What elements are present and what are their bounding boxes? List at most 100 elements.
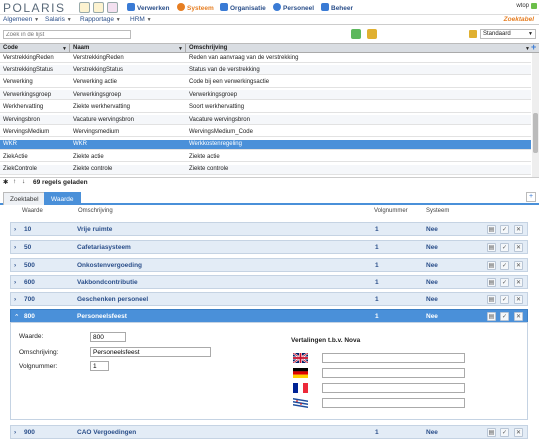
waarde-row[interactable]: › 500 Onkostenvergoeding 1 Nee ▤ ✓ ✕ <box>10 258 528 272</box>
tab-zoektabel[interactable]: Zoektabel <box>3 192 46 205</box>
nav-systeem[interactable]: Systeem <box>177 3 214 12</box>
close-icon[interactable]: ✕ <box>514 225 523 234</box>
waarde-row[interactable]: › 900 CAO Vergoedingen 1 Nee ▤ ✓ ✕ <box>10 425 528 439</box>
table-row[interactable]: VerstrekkingReden VerstrekkingReden Reden … <box>0 53 531 63</box>
waarde-row[interactable]: ⌃ 800 Personeelsfeest 1 Nee ▤ ✓ ✕ <box>10 309 528 323</box>
column-header-naam[interactable]: Naam <box>73 45 89 51</box>
nav-label: Verwerken <box>137 5 170 12</box>
edit-icon[interactable] <box>93 2 104 13</box>
cell-volgnummer: 1 <box>375 226 379 233</box>
table-row[interactable]: VerstrekkingStatus VerstrekkingStatus Stat… <box>0 65 531 76</box>
volgnummer-field[interactable] <box>90 361 109 371</box>
check-icon[interactable]: ✓ <box>500 295 509 304</box>
table-row[interactable]: Verwerkingsgroep Verwerkingsgroep Verwerki… <box>0 90 531 101</box>
logout-icon[interactable] <box>531 3 537 9</box>
check-icon[interactable]: ✓ <box>500 428 509 437</box>
header-systeem: Systeem <box>426 208 450 214</box>
close-icon[interactable]: ✕ <box>514 312 523 321</box>
check-icon[interactable]: ✓ <box>500 261 509 270</box>
cell-volgnummer: 1 <box>375 296 379 303</box>
waarde-field[interactable] <box>90 332 126 342</box>
copy-icon[interactable]: ▤ <box>487 428 496 437</box>
header-waarde: Waarde <box>22 208 43 214</box>
add-icon[interactable]: + <box>526 192 536 202</box>
column-header-omschrijving[interactable]: Omschrijving <box>189 45 227 51</box>
omschrijving-label: Omschrijving: <box>19 349 59 356</box>
omschrijving-field[interactable] <box>90 347 211 357</box>
waarde-row[interactable]: › 600 Vakbondcontributie 1 Nee ▤ ✓ ✕ <box>10 275 528 289</box>
grid-scrollbar[interactable] <box>532 53 539 177</box>
table-row[interactable]: Wervingsbron Vacature wervingsbron Vacatur… <box>0 115 531 125</box>
app-logo: POLARIS <box>3 1 66 15</box>
column-divider <box>185 44 186 53</box>
column-menu-icon[interactable]: ▼ <box>525 46 530 52</box>
expand-icon: › <box>14 244 17 251</box>
cell-code: VerstrekkingStatus <box>3 66 54 73</box>
table-row[interactable]: WKR WKR Werkkostenregeling <box>0 139 531 150</box>
menu-salaris[interactable]: Salaris ▼ <box>45 16 72 23</box>
check-icon[interactable]: ✓ <box>500 312 509 321</box>
close-icon[interactable]: ✕ <box>514 243 523 252</box>
translation-fr-field[interactable] <box>322 383 465 393</box>
check-icon[interactable]: ✓ <box>500 278 509 287</box>
close-icon[interactable]: ✕ <box>514 278 523 287</box>
cell-omschrijving: Vakbondcontributie <box>77 279 138 286</box>
cell-waarde: 900 <box>24 429 35 436</box>
waarde-row[interactable]: › 700 Geschenken personeel 1 Nee ▤ ✓ ✕ <box>10 292 528 306</box>
table-row[interactable]: WervingsMedium Wervingsmedium WervingsMedi… <box>0 127 531 138</box>
copy-icon[interactable]: ▤ <box>487 243 496 252</box>
nav-label: Organisatie <box>230 5 266 12</box>
nav-personeel[interactable]: Personeel <box>273 3 314 12</box>
arrow-up-icon[interactable]: ↑ <box>13 178 16 185</box>
column-menu-icon[interactable]: ▼ <box>178 46 183 52</box>
copy-icon[interactable]: ▤ <box>487 225 496 234</box>
export-icon[interactable] <box>367 29 377 39</box>
copy-icon[interactable]: ▤ <box>487 295 496 304</box>
chart-icon[interactable] <box>107 2 118 13</box>
home-icon[interactable] <box>79 2 90 13</box>
nav-organisatie[interactable]: Organisatie <box>220 3 266 12</box>
add-icon[interactable]: + <box>531 42 536 52</box>
table-row[interactable]: Verwerking Verwerking actie Code bij een v… <box>0 78 531 88</box>
search-input[interactable] <box>3 30 131 39</box>
column-header-code[interactable]: Code <box>3 45 18 51</box>
cell-waarde: 800 <box>24 313 35 320</box>
table-row[interactable]: ZiekActie Ziekte actie Ziekte actie <box>0 152 531 163</box>
translation-de-field[interactable] <box>322 368 465 378</box>
nav-beheer[interactable]: Beheer <box>321 3 353 12</box>
scroll-thumb[interactable] <box>533 113 538 153</box>
column-menu-icon[interactable]: ▼ <box>62 46 67 52</box>
table-row[interactable]: ZiekControle Ziekte controle Ziekte contro… <box>0 164 531 175</box>
menu-algemeen[interactable]: Algemeen ▼ <box>3 16 39 23</box>
view-settings-icon[interactable] <box>469 30 477 38</box>
cell-naam: VerstrekkingReden <box>73 54 124 61</box>
table-row[interactable]: Werkhervatting Ziekte werkhervatting Soort… <box>0 103 531 113</box>
translation-fy-field[interactable] <box>322 398 465 408</box>
waarde-row[interactable]: › 50 Cafetariasysteem 1 Nee ▤ ✓ ✕ <box>10 240 528 254</box>
page-title: Zoektabel <box>503 16 534 23</box>
chevron-down-icon: ▼ <box>34 17 40 23</box>
close-icon[interactable]: ✕ <box>514 428 523 437</box>
copy-icon[interactable]: ▤ <box>487 261 496 270</box>
copy-icon[interactable]: ▤ <box>487 278 496 287</box>
upload-icon[interactable] <box>351 29 361 39</box>
cell-omschrijving: Vacature wervingsbron <box>189 116 250 123</box>
menu-rapportage[interactable]: Rapportage ▼ <box>80 16 121 23</box>
admin-icon <box>321 3 329 11</box>
check-icon[interactable]: ✓ <box>500 225 509 234</box>
close-icon[interactable]: ✕ <box>514 261 523 270</box>
copy-icon[interactable]: ▤ <box>487 312 496 321</box>
check-icon[interactable]: ✓ <box>500 243 509 252</box>
translation-en-field[interactable] <box>322 353 465 363</box>
view-select[interactable]: Standaard ▼ <box>480 29 536 39</box>
settings-icon[interactable]: ✱ <box>3 178 8 186</box>
user-name[interactable]: wtop <box>516 3 529 9</box>
waarde-row[interactable]: › 10 Vrije ruimte 1 Nee ▤ ✓ ✕ <box>10 222 528 236</box>
nav-verwerken[interactable]: Verwerken <box>127 3 170 12</box>
close-icon[interactable]: ✕ <box>514 295 523 304</box>
cell-omschrijving: CAO Vergoedingen <box>77 429 137 436</box>
arrow-down-icon[interactable]: ↓ <box>22 178 25 185</box>
tab-waarde[interactable]: Waarde <box>44 192 81 205</box>
cell-code: Verwerkingsgroep <box>3 91 52 98</box>
menu-hrm[interactable]: HRM ▼ <box>130 16 152 23</box>
